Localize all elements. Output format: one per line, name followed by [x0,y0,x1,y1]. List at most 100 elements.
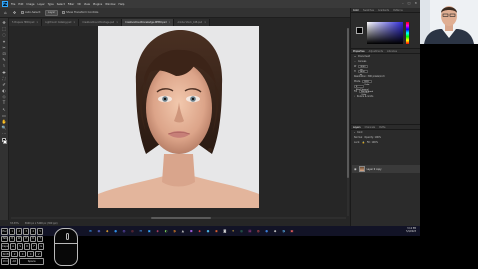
taskbar-app-icon[interactable]: ◆ [197,229,202,234]
horizontal-scroll-thumb[interactable] [151,217,211,219]
menu-window[interactable]: Window [105,3,115,6]
tool-icon[interactable]: ⛶ [2,76,7,81]
zoom-level[interactable]: 33.33% [10,222,19,225]
menu-view[interactable]: View [84,3,90,6]
chevron-right-icon[interactable]: › [354,95,355,98]
taskbar-app-icon[interactable]: ✦ [231,229,236,234]
document-tab-active[interactable]: CreativeCloudKnowledge-DEMO.psd × [122,19,175,26]
tool-icon[interactable]: ✐ [2,82,7,87]
chevron-down-icon[interactable]: ⌄ [354,60,356,63]
close-tab-icon[interactable]: × [116,21,118,24]
opacity-control[interactable]: Opacity: 100% [364,136,381,139]
fill-control[interactable]: Fill: 100% [367,141,378,144]
blend-mode-dropdown[interactable]: Normal [354,136,362,139]
tool-icon[interactable]: ⋯ [2,131,7,136]
tool-icon[interactable]: ✚ [2,70,7,75]
taskbar-app-icon[interactable]: ▣ [289,229,294,234]
tab-color[interactable]: Color [353,9,359,12]
rulers-row[interactable]: › Rulers & Grids [351,94,421,99]
layer-select-dropdown[interactable]: Layer [44,9,59,16]
tool-icon[interactable]: T [2,100,7,105]
taskbar-app-icon[interactable]: ◍ [256,229,261,234]
taskbar-app-icon[interactable]: ▣ [147,229,152,234]
close-icon[interactable]: ✕ [414,1,417,5]
tool-icon[interactable]: 🔍 [2,125,7,130]
tool-icon[interactable]: ⬚ [2,26,7,31]
transform-controls-option[interactable]: Show Transform Controls [62,11,98,14]
close-tab-icon[interactable]: × [73,21,75,24]
tool-icon[interactable]: ◌ [2,32,7,37]
tool-icon[interactable]: ▭ [2,113,7,118]
tool-icon[interactable]: ✥ [2,20,7,25]
taskbar-app-icon[interactable]: ◎ [130,229,135,234]
taskbar-app-icon[interactable]: ◎ [239,229,244,234]
layer-kind-dropdown[interactable]: Kind [357,131,362,134]
taskbar-app-icon[interactable]: ● [113,229,118,234]
tab-gradients[interactable]: Gradients [378,9,389,12]
hue-slider[interactable] [406,22,409,44]
taskbar-app-icon[interactable]: ◑ [281,229,286,234]
menu-type[interactable]: Type [48,3,54,6]
tab-libraries[interactable]: Libraries [387,50,397,53]
color-field[interactable] [367,22,403,44]
width-field[interactable]: 3600 px [358,65,369,71]
tool-icon[interactable]: ⌖ [2,39,7,44]
vertical-scrollbar[interactable] [347,28,349,216]
close-tab-icon[interactable]: × [204,21,206,24]
taskbar-app-icon[interactable]: ▤ [247,229,252,234]
canvas-area[interactable] [9,26,350,220]
tab-swatches[interactable]: Swatches [363,9,374,12]
depth-dropdown[interactable]: 8 Bits/Channel [354,85,369,91]
auto-select-checkbox[interactable] [21,11,24,14]
layer-name[interactable]: Layer 0 copy [367,168,382,171]
taskbar-app-icon[interactable]: ◙ [222,229,227,234]
system-clock[interactable]: 3:12 PM 5/4/2023 [406,227,416,233]
taskbar-app-icon[interactable]: ◼ [189,229,194,234]
home-icon[interactable]: ⌂ [3,10,8,15]
taskbar-app-icon[interactable]: ◆ [105,229,110,234]
panel-foreground-swatch[interactable] [356,27,363,34]
tab-properties[interactable]: Properties [353,50,365,53]
tab-channels[interactable]: Channels [365,126,376,129]
lock-icon[interactable]: 🔒 [362,141,365,144]
taskbar-app-icon[interactable]: ◑ [172,229,177,234]
taskbar-app-icon[interactable]: ◉ [96,229,101,234]
tool-icon[interactable]: ⌇ [2,63,7,68]
document-canvas[interactable] [98,26,259,208]
tab-paths[interactable]: Paths [379,126,385,129]
layer-row[interactable]: ◉ Layer 0 copy [352,165,420,173]
tool-icon[interactable]: ✂ [2,45,7,50]
tool-icon[interactable]: ✎ [2,57,7,62]
menu-file[interactable]: File [11,3,15,6]
vertical-scroll-thumb[interactable] [347,28,349,178]
transform-controls-checkbox[interactable] [62,11,66,14]
eye-icon[interactable]: ◉ [354,167,357,171]
taskbar-app-icon[interactable]: ✉ [138,229,143,234]
taskbar-app-icon[interactable]: ● [205,229,210,234]
document-tab[interactable]: Adobe Stock_448.psd × [174,19,211,26]
tab-patterns[interactable]: Patterns [393,9,402,12]
horizontal-scrollbar[interactable] [11,217,346,219]
foreground-background-color-icon[interactable] [1,137,7,145]
background-color-swatch[interactable] [3,140,7,145]
auto-select-option[interactable]: Auto-Select: [21,11,41,14]
taskbar-app-icon[interactable]: ◈ [155,229,160,234]
tool-icon[interactable]: ⊡ [2,51,7,56]
tool-icon[interactable]: ✋ [2,119,7,124]
taskbar-app-icon[interactable]: ● [264,229,269,234]
mode-dropdown[interactable]: RGB Color [362,80,373,86]
taskbar-app-icon[interactable]: ◉ [214,229,219,234]
tool-icon[interactable]: ◇ [2,94,7,99]
tab-adjustments[interactable]: Adjustments [369,50,383,53]
menu-help[interactable]: Help [119,3,125,6]
menu-filter[interactable]: Filter [68,3,74,6]
menu-plugins[interactable]: Plugins [93,3,102,6]
start-menu-icon[interactable]: ⊞ [88,229,93,234]
fill-dropdown[interactable]: Background Color [359,90,373,96]
document-tab[interactable]: Lightroom Catalog.psd × [42,19,80,26]
document-tab[interactable]: CreativeCloud-Montage.psd × [79,19,123,26]
tool-icon[interactable]: ↖ [2,107,7,112]
taskbar-app-icon[interactable]: ◍ [122,229,127,234]
taskbar-app-icon[interactable]: ◐ [164,229,169,234]
menu-select[interactable]: Select [57,3,65,6]
